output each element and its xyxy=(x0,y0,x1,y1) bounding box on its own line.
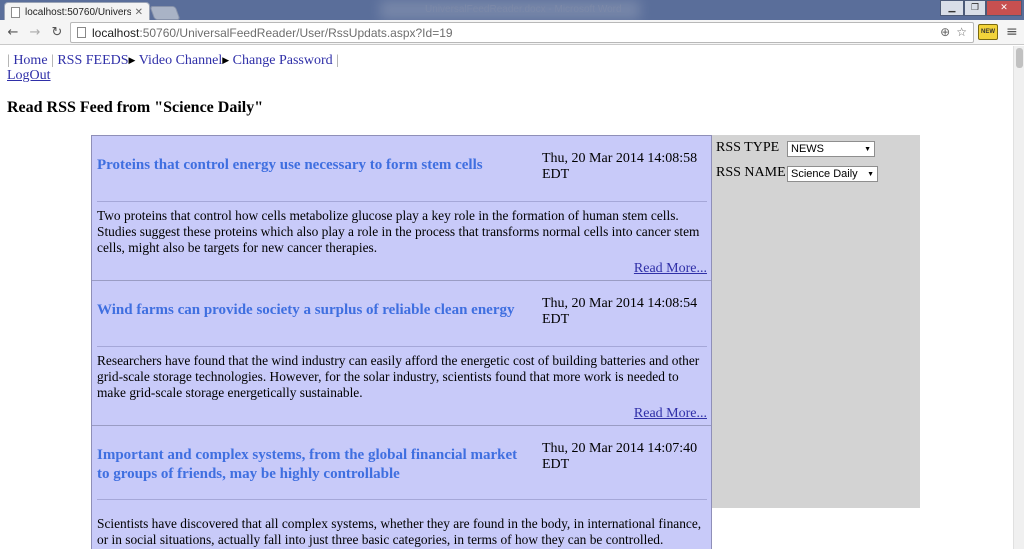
bookmark-star-icon[interactable]: ☆ xyxy=(956,25,967,39)
dropdown-caret-icon: ▼ xyxy=(867,170,874,178)
article-description: Two proteins that control how cells meta… xyxy=(97,208,700,255)
article-description: Scientists have discovered that all comp… xyxy=(97,516,702,547)
submenu-arrow-icon: ▶ xyxy=(222,55,230,65)
browser-toolbar: ← → ↻ localhost:50760/UniversalFeedReade… xyxy=(0,20,1024,45)
extension-icon[interactable]: NEW xyxy=(978,24,998,40)
new-tab-button[interactable] xyxy=(149,6,181,20)
menu-separator: | xyxy=(51,53,54,68)
article-date: Thu, 20 Mar 2014 14:08:54 EDT xyxy=(542,296,698,327)
page-icon xyxy=(11,6,20,18)
article-border xyxy=(92,425,711,426)
page-title: Read RSS Feed from "Science Daily" xyxy=(7,99,264,116)
menu-rss-feeds-link[interactable]: RSS FEEDS xyxy=(57,53,128,68)
article-date: Thu, 20 Mar 2014 14:07:40 EDT xyxy=(542,441,698,472)
rss-name-select[interactable]: Science Daily ▼ xyxy=(787,166,878,182)
article-title[interactable]: Important and complex systems, from the … xyxy=(97,446,517,484)
read-more-link[interactable]: Read More... xyxy=(634,406,707,422)
rss-type-value: NEWS xyxy=(791,143,824,155)
rss-name-label: RSS NAME xyxy=(716,165,786,180)
top-menu: | Home | RSS FEEDS▶ Video Channel▶ Chang… xyxy=(7,52,339,69)
browser-menu-icon[interactable]: ≡ xyxy=(1006,24,1018,40)
menu-separator: | xyxy=(336,53,339,68)
back-arrow-icon[interactable]: ← xyxy=(4,23,22,41)
minimize-button[interactable]: ▁ xyxy=(940,0,964,16)
feed-list: Proteins that control energy use necessa… xyxy=(91,135,712,549)
page-info-icon xyxy=(77,27,86,38)
logout-link[interactable]: LogOut xyxy=(7,68,51,84)
article-divider xyxy=(97,499,707,500)
maximize-button[interactable]: ❐ xyxy=(964,0,986,16)
tab-title: localhost:50760/UniversalI xyxy=(25,6,131,18)
scrollbar-thumb[interactable] xyxy=(1016,48,1023,68)
url-host: localhost xyxy=(92,25,140,40)
article-divider xyxy=(97,346,707,347)
dropdown-caret-icon: ▼ xyxy=(864,145,871,153)
rss-type-select[interactable]: NEWS ▼ xyxy=(787,141,875,157)
address-bar[interactable]: localhost:50760/UniversalFeedReader/User… xyxy=(70,22,974,43)
rss-filter-panel: RSS TYPE NEWS ▼ RSS NAME Science Daily ▼ xyxy=(712,135,920,508)
rss-type-label: RSS TYPE xyxy=(716,140,780,155)
forward-arrow-icon[interactable]: → xyxy=(26,23,44,41)
window-close-button[interactable]: ✕ xyxy=(986,0,1022,16)
tab-close-icon[interactable]: ✕ xyxy=(135,7,143,18)
menu-change-password-link[interactable]: Change Password xyxy=(233,53,333,68)
vertical-scrollbar[interactable] xyxy=(1013,46,1024,549)
article-description: Researchers have found that the wind ind… xyxy=(97,353,700,400)
submenu-arrow-icon: ▶ xyxy=(128,55,136,65)
background-window-title: UniversalFeedReader.docx - Microsoft Wor… xyxy=(425,4,622,15)
article-title[interactable]: Wind farms can provide society a surplus… xyxy=(97,301,515,320)
menu-video-channel-link[interactable]: Video Channel xyxy=(139,53,223,68)
article-title[interactable]: Proteins that control energy use necessa… xyxy=(97,156,483,175)
read-more-link[interactable]: Read More... xyxy=(634,261,707,277)
article-date: Thu, 20 Mar 2014 14:08:58 EDT xyxy=(542,151,698,182)
url-path: :50760/UniversalFeedReader/User/RssUpdat… xyxy=(139,25,453,40)
browser-tab[interactable]: localhost:50760/UniversalI ✕ xyxy=(4,2,150,21)
rss-name-value: Science Daily xyxy=(791,168,858,180)
article-divider xyxy=(97,201,707,202)
reload-icon[interactable]: ↻ xyxy=(48,23,66,41)
zoom-icon[interactable]: ⊕ xyxy=(940,25,950,39)
article-border xyxy=(92,280,711,281)
page-viewport: | Home | RSS FEEDS▶ Video Channel▶ Chang… xyxy=(0,46,1013,549)
window-titlebar: UniversalFeedReader.docx - Microsoft Wor… xyxy=(0,0,1024,21)
menu-home-link[interactable]: Home xyxy=(13,53,47,68)
menu-separator: | xyxy=(7,53,10,68)
